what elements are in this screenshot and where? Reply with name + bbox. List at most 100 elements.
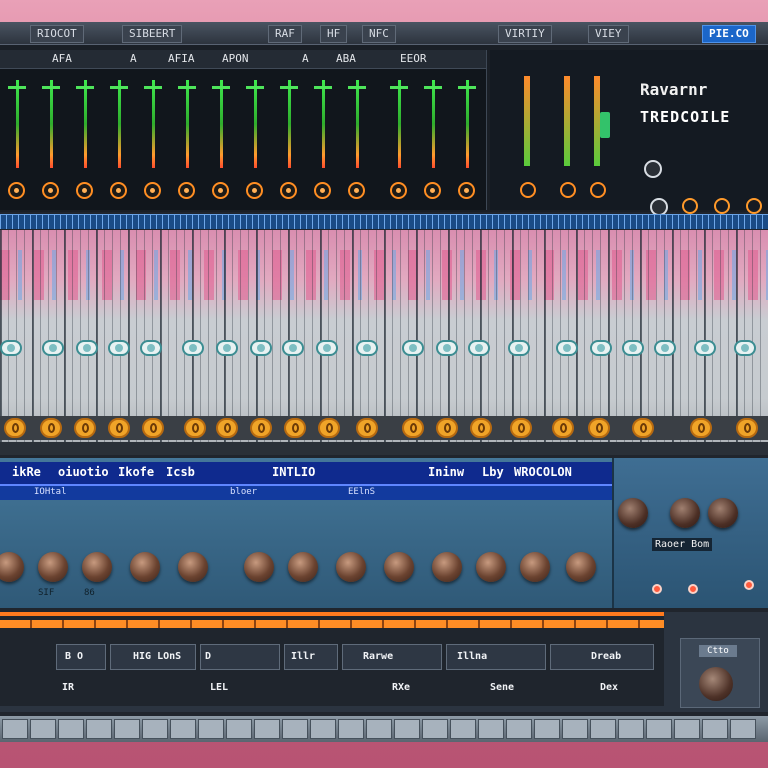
piano-key[interactable] [254, 719, 280, 739]
piano-key[interactable] [114, 719, 140, 739]
menu-item-nfc[interactable]: NFC [362, 25, 396, 43]
menu-item-viey[interactable]: VIEY [588, 25, 629, 43]
piano-key[interactable] [2, 719, 28, 739]
pan-knob[interactable] [8, 182, 25, 199]
fx-tab[interactable]: WROCOLON [514, 465, 572, 479]
velocity-knob[interactable] [142, 418, 164, 438]
piano-key[interactable] [30, 719, 56, 739]
pan-knob[interactable] [110, 182, 127, 199]
step-button[interactable] [468, 340, 490, 356]
effect-knob[interactable] [288, 552, 318, 582]
piano-key[interactable] [86, 719, 112, 739]
effect-knob[interactable] [520, 552, 550, 582]
transport-cell[interactable]: Dreab [550, 644, 654, 670]
velocity-knob[interactable] [216, 418, 238, 438]
transport-cell[interactable]: Rarwe [342, 644, 442, 670]
piano-key[interactable] [310, 719, 336, 739]
pan-knob[interactable] [212, 182, 229, 199]
pan-knob[interactable] [424, 182, 441, 199]
channel-strip[interactable] [74, 72, 98, 210]
piano-key[interactable] [422, 719, 448, 739]
piano-key[interactable] [506, 719, 532, 739]
step-button[interactable] [108, 340, 130, 356]
channel-strip[interactable] [6, 72, 30, 210]
velocity-knob[interactable] [184, 418, 206, 438]
pan-knob[interactable] [458, 182, 475, 199]
velocity-knob[interactable] [588, 418, 610, 438]
record-led[interactable] [744, 580, 754, 590]
velocity-knob[interactable] [402, 418, 424, 438]
record-led[interactable] [688, 584, 698, 594]
step-button[interactable] [76, 340, 98, 356]
transport-side-button[interactable]: Ctto [699, 645, 737, 657]
piano-key[interactable] [450, 719, 476, 739]
effect-knob[interactable] [432, 552, 462, 582]
effect-knob[interactable] [336, 552, 366, 582]
channel-strip[interactable] [176, 72, 200, 210]
channel-strip[interactable] [388, 72, 412, 210]
piano-key[interactable] [618, 719, 644, 739]
fx-tab[interactable]: INTLIO [272, 465, 315, 479]
velocity-knob[interactable] [40, 418, 62, 438]
menu-item-hf[interactable]: HF [320, 25, 348, 43]
step-button[interactable] [622, 340, 644, 356]
effect-knob[interactable] [130, 552, 160, 582]
pan-knob[interactable] [76, 182, 93, 199]
fx-tab[interactable]: ikRe [12, 465, 41, 479]
velocity-knob[interactable] [4, 418, 26, 438]
preset-knob[interactable] [644, 160, 662, 178]
step-button[interactable] [216, 340, 238, 356]
menu-item-raf[interactable]: RAF [268, 25, 302, 43]
transport-cell[interactable]: Illna [446, 644, 546, 670]
pan-knob[interactable] [348, 182, 365, 199]
fx-tab[interactable]: Ikofe [118, 465, 154, 479]
channel-strip[interactable] [456, 72, 480, 210]
velocity-knob[interactable] [690, 418, 712, 438]
step-button[interactable] [0, 340, 22, 356]
send-knob[interactable] [590, 182, 606, 198]
velocity-knob[interactable] [108, 418, 130, 438]
step-button[interactable] [402, 340, 424, 356]
send-column[interactable] [560, 70, 576, 200]
step-button[interactable] [508, 340, 530, 356]
pan-knob[interactable] [178, 182, 195, 199]
preset-knob-orange[interactable] [746, 198, 762, 214]
piano-key[interactable] [702, 719, 728, 739]
pan-knob[interactable] [246, 182, 263, 199]
piano-key[interactable] [338, 719, 364, 739]
menu-item-virtiy[interactable]: VIRTIY [498, 25, 552, 43]
transport-cell[interactable]: B O [56, 644, 106, 670]
transport-cell[interactable]: HIG LOnS [110, 644, 196, 670]
pan-knob[interactable] [314, 182, 331, 199]
piano-key[interactable] [198, 719, 224, 739]
timeline-ruler[interactable] [0, 214, 768, 229]
channel-strip[interactable] [142, 72, 166, 210]
channel-strip[interactable] [346, 72, 370, 210]
transport-cell[interactable]: Illr [284, 644, 338, 670]
effect-knob[interactable] [0, 552, 24, 582]
step-button[interactable] [734, 340, 756, 356]
fx-tab[interactable]: oiuotio [58, 465, 109, 479]
piano-key[interactable] [730, 719, 756, 739]
menu-item-riocot[interactable]: RIOCOT [30, 25, 84, 43]
channel-strip[interactable] [40, 72, 64, 210]
step-button[interactable] [356, 340, 378, 356]
velocity-knob[interactable] [510, 418, 532, 438]
piano-key[interactable] [394, 719, 420, 739]
effect-knob[interactable] [244, 552, 274, 582]
piano-key[interactable] [282, 719, 308, 739]
piano-key[interactable] [58, 719, 84, 739]
transport-cell[interactable]: D [200, 644, 280, 670]
piano-key[interactable] [478, 719, 504, 739]
master-volume-knob[interactable] [699, 667, 733, 701]
step-button[interactable] [316, 340, 338, 356]
step-button[interactable] [42, 340, 64, 356]
pan-knob[interactable] [390, 182, 407, 199]
master-knob[interactable] [708, 498, 738, 528]
effect-knob[interactable] [384, 552, 414, 582]
channel-strip[interactable] [422, 72, 446, 210]
menu-item-pieco[interactable]: PIE.CO [702, 25, 756, 43]
preset-knob-orange[interactable] [714, 198, 730, 214]
velocity-knob[interactable] [470, 418, 492, 438]
channel-strip[interactable] [210, 72, 234, 210]
